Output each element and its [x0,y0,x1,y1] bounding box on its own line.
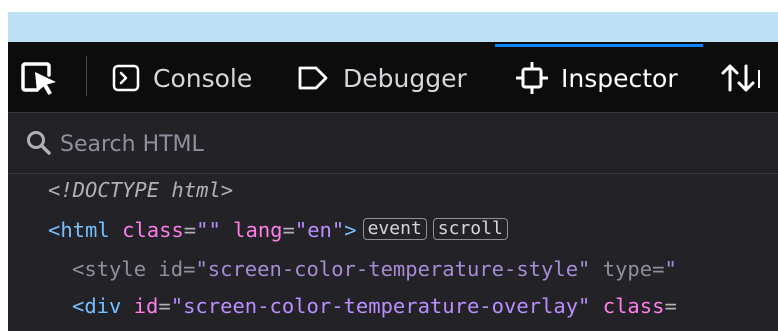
html-node[interactable]: <html class="" lang="en"> event scroll [48,216,508,244]
tab-inspector[interactable]: Inspector [516,56,678,100]
html-lang-eq: = [282,218,295,242]
doctype-text: <!DOCTYPE html> [48,178,234,202]
html-class-eq: = [183,218,197,242]
browser-top-strip [8,12,778,42]
style-id-attr: id [158,257,184,281]
console-icon [112,64,140,92]
search-icon [26,130,52,160]
style-type-eq: = [652,257,665,281]
tab-console[interactable]: Console [112,56,252,100]
search-bar [8,113,778,174]
html-class-attr: class [122,218,184,242]
tab-debugger-label: Debugger [343,63,467,93]
tab-debugger[interactable]: Debugger [296,56,467,100]
div-id-attr: id [133,294,159,318]
tab-inspector-label: Inspector [561,63,678,93]
search-html-input[interactable] [58,127,662,161]
active-tab-indicator [495,44,703,47]
network-icon [720,62,760,94]
element-picker-button[interactable] [20,60,64,96]
event-badge[interactable]: event [362,218,427,240]
markup-view: <!DOCTYPE html> <html class="" lang="en"… [8,174,778,331]
scroll-badge[interactable]: scroll [432,218,508,240]
html-lang-attr: lang [233,218,283,242]
doctype-node[interactable]: <!DOCTYPE html> [48,176,233,204]
style-id-eq: = [183,257,196,281]
debugger-icon [296,64,330,92]
tab-network[interactable] [720,56,773,100]
tab-console-label: Console [153,63,253,93]
style-id-value: "screen-color-temperature-style" [195,257,591,281]
style-tag-open: <style [72,257,147,281]
div-tag-open: <div [72,294,122,318]
html-class-value: "" [196,218,221,242]
style-type-attr: type [602,257,653,281]
div-id-value: "screen-color-temperature-overlay" [170,294,591,318]
div-class-attr: class [602,294,665,318]
html-lang-value: "en" [294,218,345,242]
div-id-eq: = [158,294,171,318]
div-node[interactable]: <div id="screen-color-temperature-overla… [72,292,677,320]
element-picker-icon [21,62,56,95]
div-class-eq: = [664,294,677,318]
devtools-panel: Console Debugger Inspector Search HTML <… [8,42,778,331]
style-type-value: " [664,257,677,281]
devtools-toolbar: Console Debugger Inspector [8,42,778,113]
html-tag-open: <html [48,218,110,242]
toolbar-separator [86,56,87,96]
style-node[interactable]: <style id="screen-color-temperature-styl… [72,255,677,283]
inspector-icon [516,62,548,94]
html-tag-close: > [344,218,357,242]
